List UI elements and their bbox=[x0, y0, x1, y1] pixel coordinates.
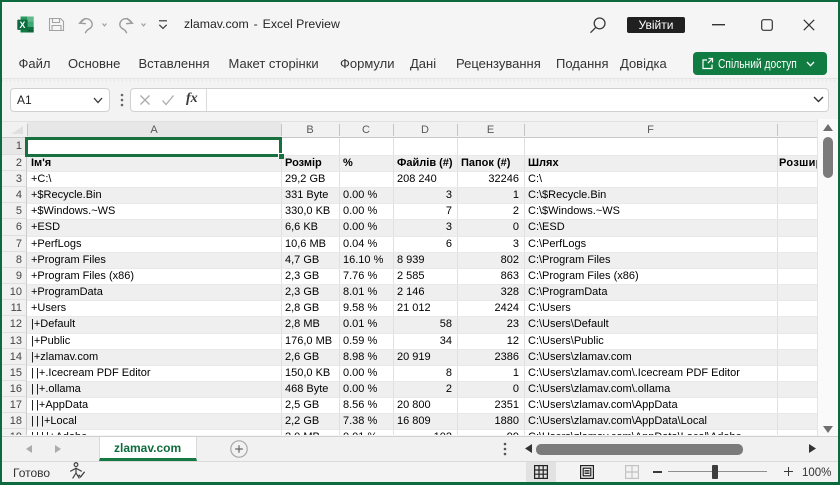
svg-text:X: X bbox=[19, 20, 25, 30]
